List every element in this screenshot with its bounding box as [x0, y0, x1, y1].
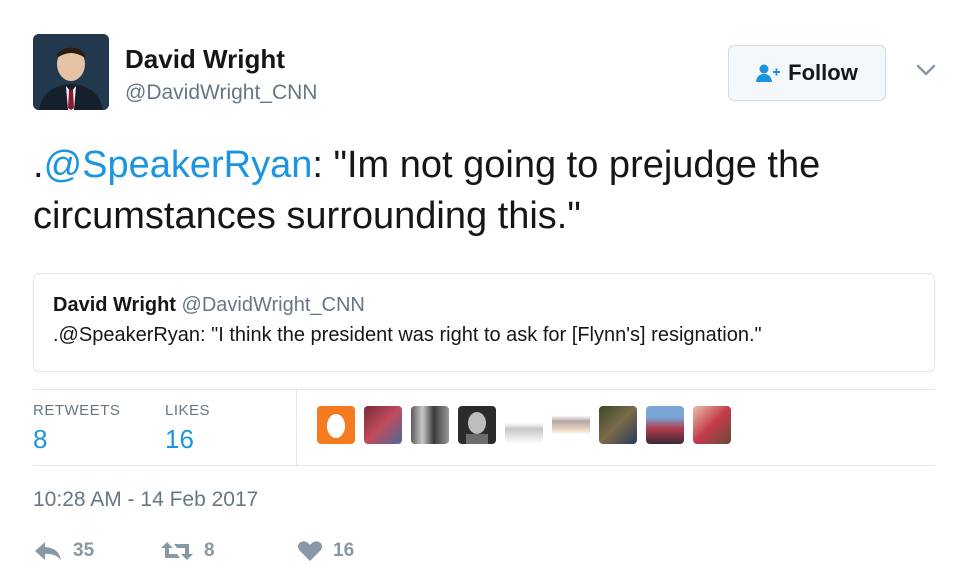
reply-button[interactable]: 35	[33, 540, 94, 562]
heart-icon	[298, 541, 322, 561]
mention-link[interactable]: @SpeakerRyan	[44, 144, 313, 186]
quoted-author: David Wright @DavidWright_CNN	[53, 294, 365, 317]
liker-avatars	[317, 406, 731, 444]
tweet-prefix: .	[33, 144, 44, 186]
like-button[interactable]: 16	[297, 540, 354, 562]
liker-avatar[interactable]	[364, 406, 402, 444]
liker-avatar[interactable]	[646, 406, 684, 444]
liker-avatar[interactable]	[552, 406, 590, 444]
liker-avatar[interactable]	[411, 406, 449, 444]
reply-icon	[35, 542, 61, 560]
quoted-handle: @DavidWright_CNN	[181, 294, 365, 316]
reply-count: 35	[73, 540, 95, 561]
author-handle[interactable]: @DavidWright_CNN	[125, 81, 317, 105]
author-avatar[interactable]	[33, 34, 109, 110]
liker-avatar[interactable]	[693, 406, 731, 444]
tweet-text: .@SpeakerRyan: "Im not going to prejudge…	[33, 140, 953, 242]
liker-avatar[interactable]	[505, 406, 543, 444]
liker-avatar[interactable]	[458, 406, 496, 444]
chevron-down-icon[interactable]	[914, 62, 938, 78]
like-count: 16	[333, 540, 355, 561]
author-name[interactable]: David Wright	[125, 44, 285, 75]
likes-label: LIKES	[165, 402, 211, 419]
divider	[33, 465, 935, 466]
divider	[33, 389, 935, 390]
retweets-count[interactable]: 8	[33, 424, 47, 455]
tweet-timestamp[interactable]: 10:28 AM - 14 Feb 2017	[33, 488, 258, 512]
likes-count[interactable]: 16	[165, 424, 194, 455]
divider	[296, 390, 297, 465]
liker-avatar[interactable]	[317, 406, 355, 444]
retweets-label: RETWEETS	[33, 402, 121, 419]
follow-person-icon	[756, 64, 781, 82]
liker-avatar[interactable]	[599, 406, 637, 444]
quoted-tweet[interactable]: David Wright @DavidWright_CNN .@SpeakerR…	[33, 273, 935, 372]
quoted-text: .@SpeakerRyan: "I think the president wa…	[53, 324, 762, 346]
quoted-name: David Wright	[53, 294, 176, 316]
follow-button[interactable]: Follow	[728, 45, 886, 101]
retweet-icon	[161, 542, 193, 560]
follow-label: Follow	[788, 60, 858, 85]
retweet-count: 8	[204, 540, 215, 561]
retweet-button[interactable]: 8	[160, 540, 215, 562]
